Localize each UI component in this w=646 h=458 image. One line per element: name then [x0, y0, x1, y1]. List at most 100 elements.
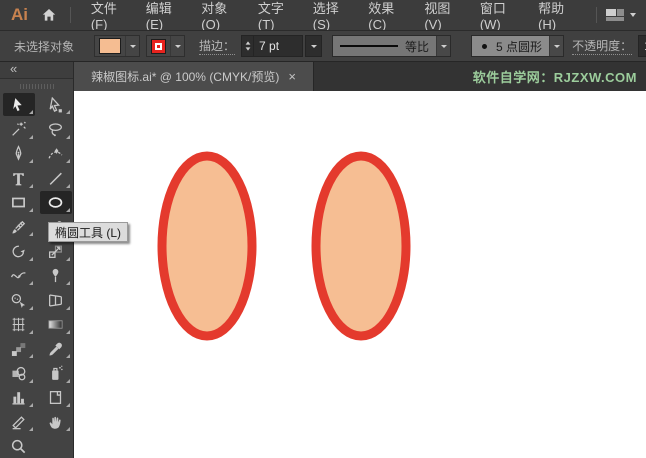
paintbrush-tool-icon: [12, 220, 26, 234]
illustrator-window: Ai 文件(F) 编辑(E) 对象(O) 文字(T) 选择(S) 效果(C) 视图(V) 窗口…: [0, 0, 646, 458]
brush-preview-icon: [482, 43, 488, 49]
gradient-tool[interactable]: [37, 313, 74, 337]
flyout-corner-icon: [66, 403, 70, 408]
blend-tool[interactable]: [0, 337, 37, 361]
opacity-input[interactable]: [638, 35, 646, 57]
flyout-corner-icon: [66, 256, 70, 261]
direct-selection-tool[interactable]: [37, 93, 74, 117]
mesh-tool[interactable]: [0, 313, 37, 337]
opacity-panel-link[interactable]: 不透明度：: [572, 37, 633, 55]
menu-item-type[interactable]: 文字(T): [247, 0, 302, 32]
workspace-switcher[interactable]: [605, 8, 636, 22]
stroke-width-stepper[interactable]: [241, 35, 254, 57]
chevron-down-icon[interactable]: [436, 36, 451, 56]
line-segment-tool[interactable]: [37, 166, 74, 190]
stroke-width-dropdown[interactable]: [305, 35, 323, 57]
menu-item-file[interactable]: 文件(F): [80, 0, 135, 32]
slice-tool[interactable]: [0, 410, 37, 434]
watermark-text: 软件自学网：RJZXW.COM: [472, 70, 637, 85]
home-icon[interactable]: [41, 7, 57, 23]
brush-definition-dropdown[interactable]: 5 点圆形: [471, 35, 565, 57]
shape-builder-tool[interactable]: [0, 288, 37, 312]
collapse-icon: «: [10, 61, 17, 76]
pen-tool[interactable]: [0, 142, 37, 166]
curvature-tool[interactable]: [37, 142, 74, 166]
magic-wand-tool[interactable]: [0, 117, 37, 141]
flyout-corner-icon: [29, 134, 33, 139]
curvature-tool-icon: [48, 148, 63, 159]
flyout-corner-icon: [29, 305, 33, 310]
hand-tool-icon: [49, 416, 61, 429]
flyout-corner-icon: [66, 207, 70, 212]
chevron-down-icon[interactable]: [549, 36, 564, 56]
document-tab-label: 辣椒图标.ai* @ 100% (CMYK/预览): [91, 70, 280, 84]
drawn-ellipse[interactable]: [311, 151, 411, 341]
rotate-tool[interactable]: [0, 239, 37, 263]
perspective-grid-tool[interactable]: [37, 288, 74, 312]
type-tool-icon: [13, 173, 24, 186]
control-bar: 未选择对象 描边： 等比 5 点圆形: [0, 30, 646, 62]
artboard-canvas[interactable]: [74, 91, 646, 458]
selection-tool[interactable]: [0, 93, 37, 117]
hand-tool[interactable]: [37, 410, 74, 434]
stroke-color-control[interactable]: [146, 35, 186, 57]
shape-builder-tool-icon: [11, 293, 26, 308]
flyout-corner-icon: [66, 329, 70, 334]
workspace-grid-icon: [605, 9, 624, 21]
scale-tool[interactable]: [37, 239, 74, 263]
flyout-corner-icon: [29, 207, 33, 212]
drawn-ellipse[interactable]: [157, 151, 257, 341]
type-tool[interactable]: [0, 166, 37, 190]
collapse-panel-button[interactable]: «: [0, 62, 73, 79]
rectangle-tool-icon: [12, 197, 25, 208]
chevron-down-icon[interactable]: [125, 36, 139, 56]
flyout-corner-icon: [66, 378, 70, 383]
menu-items: 文件(F) 编辑(E) 对象(O) 文字(T) 选择(S) 效果(C) 视图(V) 窗口(W)…: [80, 0, 583, 32]
flyout-corner-icon: [29, 329, 33, 334]
illustrator-logo: Ai: [11, 5, 28, 24]
zoom-tool[interactable]: [0, 434, 37, 458]
flyout-corner-icon: [29, 403, 33, 408]
menu-item-effect[interactable]: 效果(C): [357, 0, 413, 32]
ellipse-tool[interactable]: [37, 190, 74, 215]
rectangle-tool[interactable]: [0, 191, 37, 215]
document-tab[interactable]: 辣椒图标.ai* @ 100% (CMYK/预览) ×: [74, 62, 314, 91]
menu-item-window[interactable]: 窗口(W): [469, 0, 527, 32]
paintbrush-tool[interactable]: [0, 215, 37, 239]
artboard-tool[interactable]: [37, 386, 74, 410]
panel-grip-horizontal[interactable]: [19, 84, 54, 89]
menu-item-view[interactable]: 视图(V): [413, 0, 469, 32]
menu-item-edit[interactable]: 编辑(E): [135, 0, 191, 32]
stroke-panel-link[interactable]: 描边：: [199, 37, 236, 55]
menu-item-select[interactable]: 选择(S): [302, 0, 358, 32]
tooltip-text: 椭圆工具 (L): [55, 225, 122, 240]
flyout-corner-icon: [66, 427, 70, 432]
divider: [70, 7, 71, 23]
eyedropper-tool[interactable]: [37, 337, 74, 361]
stroke-width-input[interactable]: [253, 35, 304, 57]
menu-bar: Ai 文件(F) 编辑(E) 对象(O) 文字(T) 选择(S) 效果(C) 视图(V) 窗口…: [0, 0, 646, 32]
flyout-corner-icon: [29, 183, 33, 188]
menu-item-object[interactable]: 对象(O): [190, 0, 247, 32]
symbol-sprayer-tool[interactable]: [37, 361, 74, 385]
lasso-tool[interactable]: [37, 117, 74, 141]
gradient-tool-icon: [48, 320, 63, 329]
chevron-down-icon[interactable]: [170, 36, 184, 56]
fill-swatch[interactable]: [99, 38, 122, 54]
fill-color-control[interactable]: [94, 35, 141, 57]
menu-item-help[interactable]: 帮助(H): [527, 0, 583, 32]
live-paint-bucket-tool[interactable]: [0, 361, 37, 385]
ellipse-tool-icon: [48, 197, 63, 208]
close-tab-icon[interactable]: ×: [288, 70, 296, 83]
width-tool[interactable]: [0, 264, 37, 288]
column-graph-tool[interactable]: [0, 386, 37, 410]
flyout-corner-icon: [29, 378, 33, 383]
flyout-corner-icon: [29, 159, 33, 164]
selection-status: 未选择对象: [14, 39, 75, 54]
flyout-corner-icon: [29, 110, 33, 115]
tools-panel: «: [0, 62, 74, 458]
stroke-profile-dropdown[interactable]: 等比: [332, 35, 452, 57]
lasso-tool-icon: [49, 123, 62, 137]
puppet-warp-tool[interactable]: [37, 264, 74, 288]
stroke-swatch[interactable]: [151, 38, 167, 54]
